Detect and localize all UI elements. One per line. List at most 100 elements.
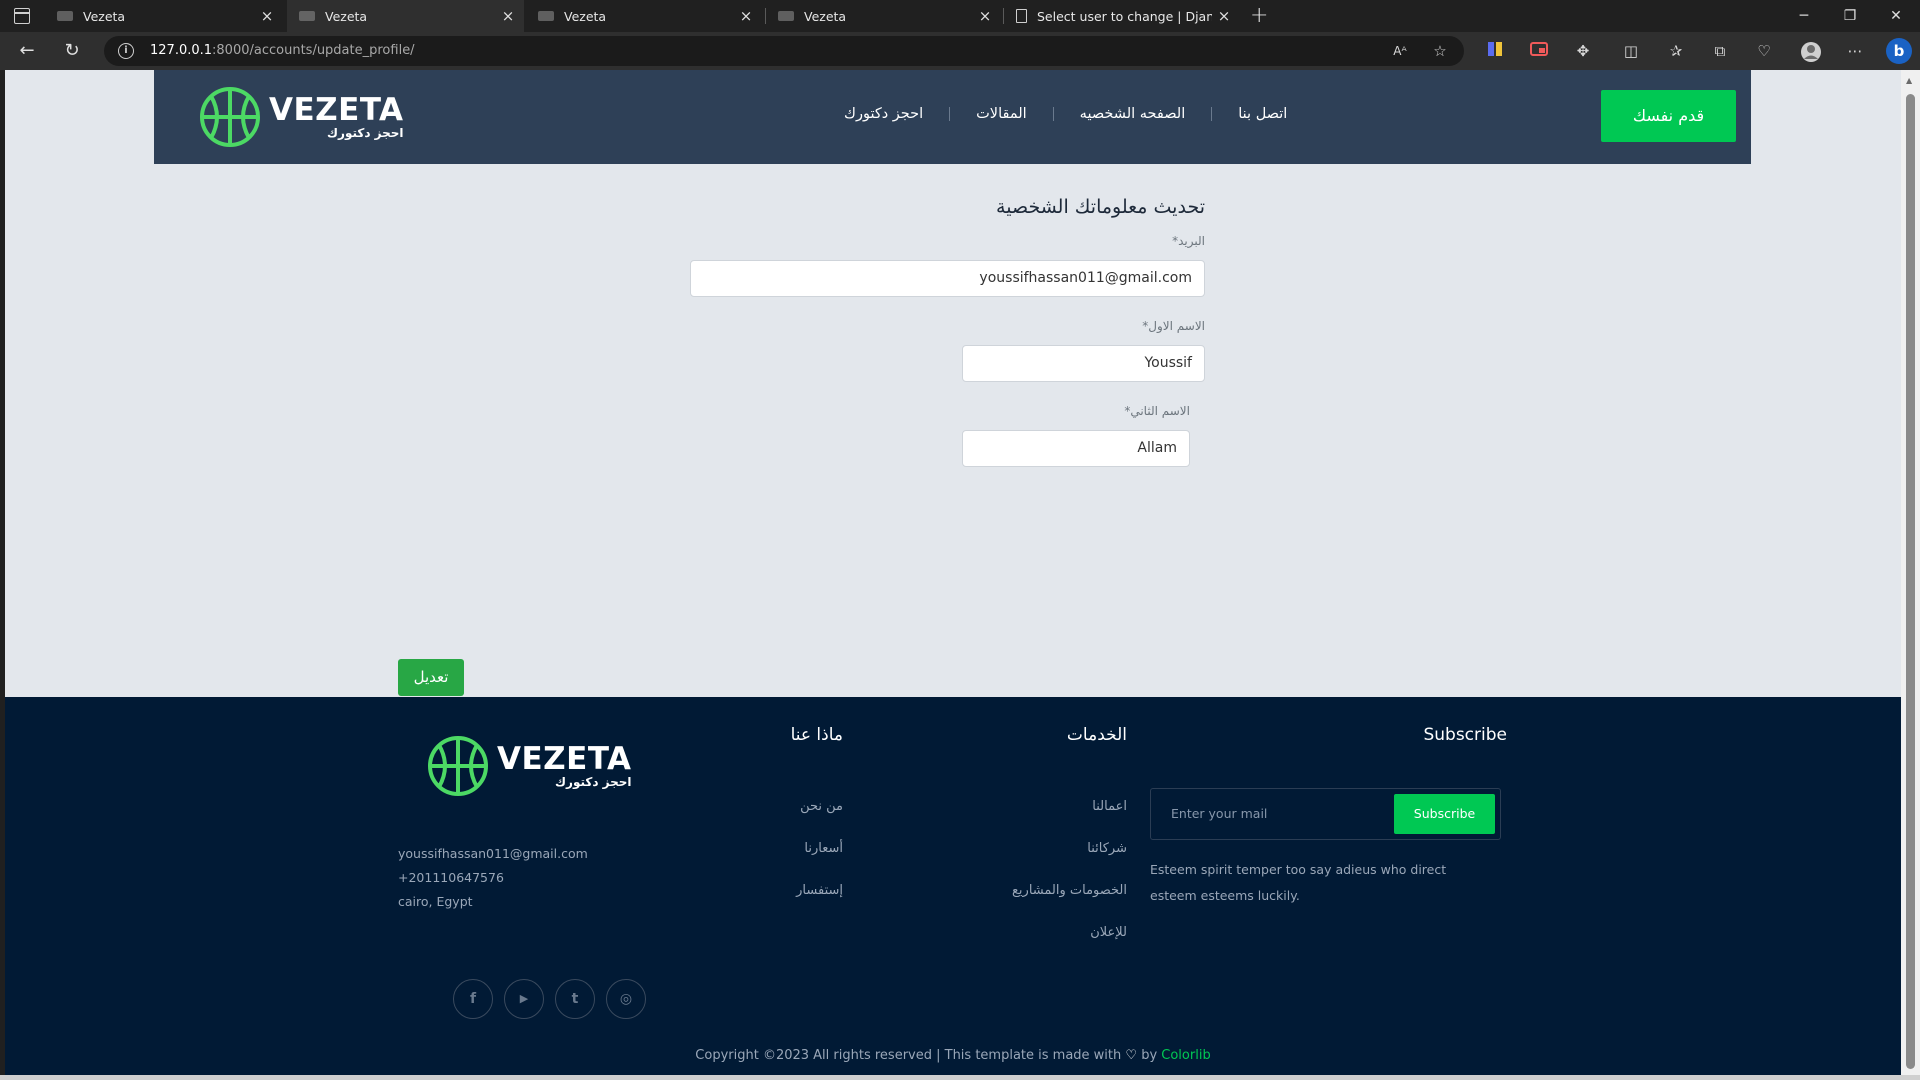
refresh-icon[interactable]: ↻ [60,40,84,62]
copyright-by: by [1141,1048,1158,1063]
services-link-advertise[interactable]: للإعلان [905,925,1127,940]
logo-text: VEZETA احجز دكتورك [497,743,632,789]
url-host: 127.0.0.1 [150,43,213,58]
colorlib-link[interactable]: Colorlib [1161,1048,1210,1063]
email-label: البريد* [1172,234,1205,248]
tab-title: Vezeta [83,8,126,24]
last-name-label: الاسم الثاني* [1124,404,1190,418]
restore-icon[interactable]: ❐ [1827,0,1873,32]
browser-essentials-icon[interactable]: ⧉ [1710,41,1730,61]
bing-icon[interactable]: b [1886,38,1912,64]
subscribe-form: Enter your mail Subscribe [1150,788,1501,840]
browser-tab-bar: Vezeta × Vezeta × Vezeta × Vezeta × Sele… [0,0,1920,32]
logo-tagline: احجز دكتورك [555,775,632,789]
tab-title: Vezeta [564,8,607,24]
url-text[interactable]: 127.0.0.1:8000/accounts/update_profile/ [150,43,415,58]
footer-address: cairo, Egypt [398,894,473,909]
address-bar[interactable]: i 127.0.0.1:8000/accounts/update_profile… [104,36,1464,66]
about-link-prices[interactable]: أسعارنا [705,841,843,856]
nav-contact[interactable]: اتصل بنا [1238,106,1287,122]
twitter-icon[interactable]: t [555,979,595,1019]
first-name-label: الاسم الاول* [1142,319,1205,333]
scroll-up-icon[interactable]: ▲ [1906,76,1912,85]
site-footer: VEZETA احجز دكتورك youssifhassan011@gmai… [5,697,1901,1075]
instagram-icon[interactable]: ◎ [606,979,646,1019]
screen-cast-icon[interactable] [1529,41,1549,61]
tab-title: Vezeta [804,8,847,24]
tab-actions-icon[interactable] [14,8,30,24]
tab-close-icon[interactable]: × [973,7,997,25]
last-name-field[interactable]: Allam [962,430,1190,467]
favorite-icon[interactable]: ☆ [1430,41,1450,61]
health-icon[interactable]: ♡ [1754,41,1774,61]
services-link-discounts[interactable]: الخصومات والمشاريع [905,883,1127,898]
nav-divider [1211,107,1213,121]
logo-tagline: احجز دكتورك [327,126,404,140]
tab-close-icon[interactable]: × [1212,7,1236,25]
favicon-icon [299,11,315,21]
back-icon[interactable]: ← [15,40,39,62]
new-tab-button[interactable]: + [1250,3,1268,28]
services-heading: الخدمات [1066,725,1127,745]
nav-book-doctor[interactable]: احجز دكتورك [844,106,923,122]
footer-phone: +201110647576 [398,870,504,885]
about-link-about-us[interactable]: من نحن [705,799,843,814]
heart-icon: ♡ [1125,1048,1138,1063]
services-link-works[interactable]: اعمالنا [905,799,1127,814]
apply-button[interactable]: قدم نفسك [1601,90,1736,142]
profile-icon[interactable] [1800,41,1821,62]
page-scrollbar[interactable]: ▲ [1901,70,1920,1075]
extensions-icon[interactable]: ✥ [1573,41,1593,61]
footer-logo[interactable]: VEZETA احجز دكتورك [427,735,632,797]
page-viewport: VEZETA احجز دكتورك احجز دكتورك المقالات … [5,70,1901,1075]
tab-close-icon[interactable]: × [734,7,758,25]
subscribe-description: Esteem spirit temper too say adieus who … [1150,862,1447,903]
scrollbar-thumb[interactable] [1906,94,1915,1069]
split-screen-icon[interactable]: ◫ [1621,41,1641,61]
tab-vezeta-4[interactable]: Vezeta × [766,0,1001,32]
collections-icon[interactable] [1485,41,1505,61]
url-path: :8000/accounts/update_profile/ [212,43,415,58]
main-nav: احجز دكتورك المقالات الصفحه الشخصيه اتصل… [844,106,1287,122]
services-link-partners[interactable]: شركائنا [905,841,1127,856]
facebook-icon[interactable]: f [453,979,493,1019]
logo-text: VEZETA احجز دكتورك [269,94,404,140]
update-button[interactable]: تعديل [398,659,464,696]
favicon-icon [778,11,794,21]
info-icon[interactable]: i [118,43,134,59]
tab-vezeta-1[interactable]: Vezeta × [45,0,283,32]
subscribe-heading: Subscribe [1423,725,1507,745]
nav-profile[interactable]: الصفحه الشخصيه [1080,106,1186,122]
nav-articles[interactable]: المقالات [976,106,1027,122]
minimize-icon[interactable]: ─ [1781,0,1827,32]
nav-divider [1052,107,1054,121]
first-name-field[interactable]: Youssif [962,345,1205,382]
basketball-icon [200,87,260,147]
subscribe-email-input[interactable]: Enter your mail [1171,806,1267,821]
copyright-text: Copyright ©2023 All rights reserved | Th… [695,1048,1122,1063]
page-title: تحديث معلوماتك الشخصية [996,196,1205,218]
favicon-icon [538,11,554,21]
document-icon [1016,9,1027,23]
tab-vezeta-3[interactable]: Vezeta × [526,0,762,32]
basketball-icon [428,736,488,796]
more-icon[interactable]: ⋯ [1845,41,1865,61]
email-field[interactable]: youssifhassan011@gmail.com [690,260,1205,297]
footer-email: youssifhassan011@gmail.com [398,846,588,861]
copyright: Copyright ©2023 All rights reserved | Th… [5,1048,1901,1063]
about-link-inquiry[interactable]: إستفسار [705,883,843,898]
about-heading: ماذا عنا [790,725,843,745]
header-logo[interactable]: VEZETA احجز دكتورك [199,86,404,148]
tab-title: Vezeta [325,8,368,24]
logo-word: VEZETA [497,741,632,777]
read-aloud-icon[interactable]: Aᴬ [1390,41,1410,61]
site-header: VEZETA احجز دكتورك احجز دكتورك المقالات … [154,70,1751,164]
tab-close-icon[interactable]: × [255,7,279,25]
youtube-icon[interactable]: ▶ [504,979,544,1019]
tab-close-icon[interactable]: × [496,7,520,25]
tab-django-admin[interactable]: Select user to change | Django si × [1004,0,1240,32]
tab-vezeta-2[interactable]: Vezeta × [287,0,524,32]
subscribe-button[interactable]: Subscribe [1394,794,1495,834]
close-window-icon[interactable]: ✕ [1873,0,1919,32]
favorites-icon[interactable]: ✰ [1666,41,1686,61]
